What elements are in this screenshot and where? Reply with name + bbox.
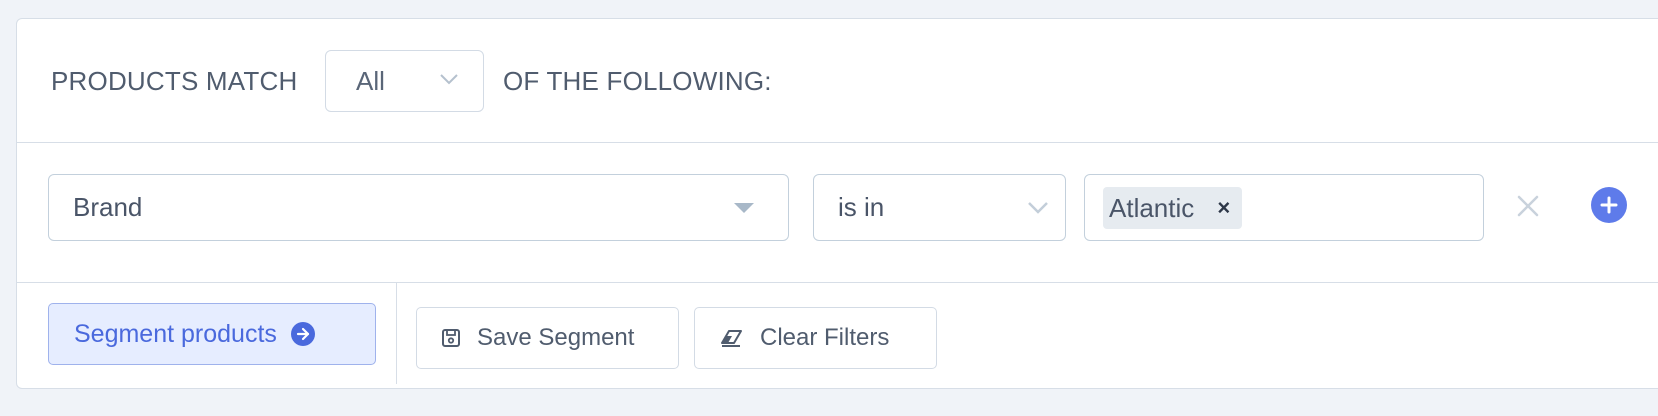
match-mode-value: All xyxy=(356,66,385,96)
match-mode-select[interactable]: All xyxy=(325,50,484,112)
chevron-down-icon xyxy=(1028,202,1048,214)
segment-products-label: Segment products xyxy=(74,319,277,348)
floppy-disk-icon xyxy=(442,329,460,347)
actions-row: Segment products Save Segment Clear Filt… xyxy=(17,283,1658,390)
close-icon[interactable] xyxy=(1513,191,1543,221)
actions-divider xyxy=(396,283,397,384)
filter-value-multiselect[interactable]: Atlantic × xyxy=(1084,174,1484,241)
save-segment-label: Save Segment xyxy=(477,324,635,351)
filter-field-select[interactable]: Brand xyxy=(48,174,789,241)
save-segment-button[interactable]: Save Segment xyxy=(416,307,679,369)
filter-row: Brand is in Atlantic × xyxy=(17,143,1658,283)
segment-filter-panel: PRODUCTS MATCH All OF THE FOLLOWING: Bra… xyxy=(16,18,1658,389)
eraser-icon xyxy=(721,330,742,347)
clear-filters-label: Clear Filters xyxy=(760,324,890,351)
filter-operator-select[interactable]: is in xyxy=(813,174,1066,241)
tag-remove-icon[interactable]: × xyxy=(1217,187,1230,229)
arrow-right-circle-icon xyxy=(290,322,315,346)
clear-filters-button[interactable]: Clear Filters xyxy=(694,307,937,369)
match-row: PRODUCTS MATCH All OF THE FOLLOWING: xyxy=(17,19,1658,143)
chevron-down-icon xyxy=(440,74,458,85)
value-tag-label: Atlantic xyxy=(1109,193,1195,223)
filter-field-value: Brand xyxy=(73,192,143,222)
match-prefix-label: PRODUCTS MATCH xyxy=(51,66,298,96)
plus-circle-icon[interactable] xyxy=(1591,187,1627,223)
value-tag: Atlantic × xyxy=(1103,187,1243,229)
filter-operator-value: is in xyxy=(838,192,885,222)
caret-down-icon xyxy=(734,203,754,213)
segment-products-button[interactable]: Segment products xyxy=(48,303,376,365)
match-suffix-label: OF THE FOLLOWING: xyxy=(503,66,772,96)
